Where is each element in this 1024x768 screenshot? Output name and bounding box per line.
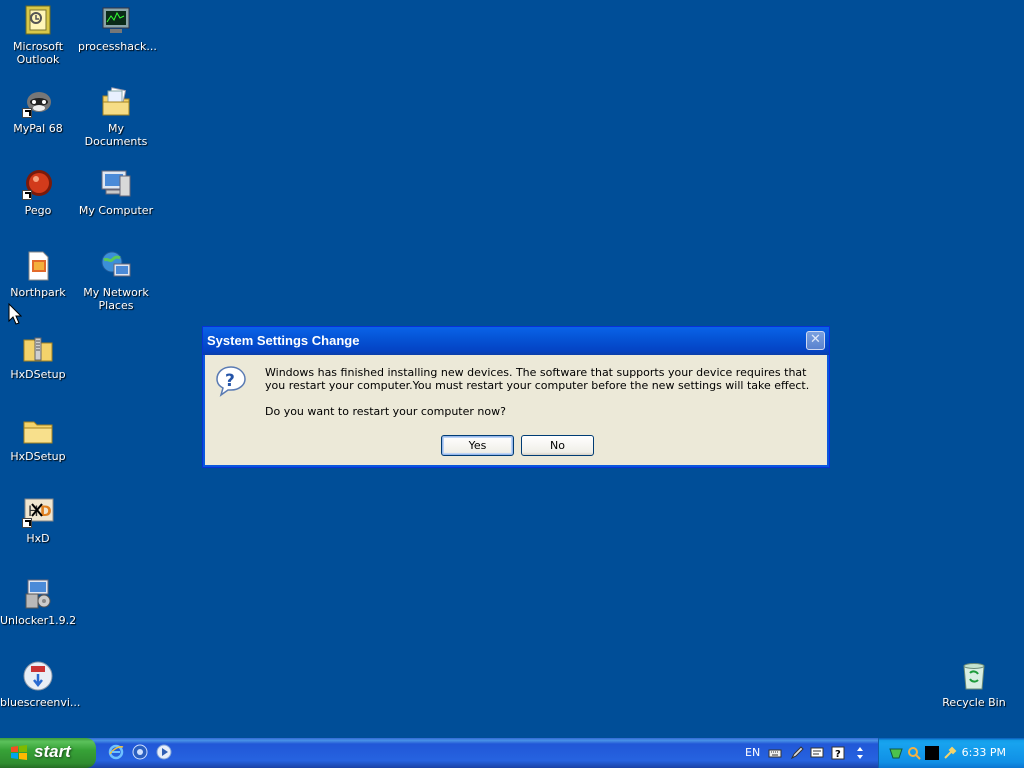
desktop-icon-processhacker[interactable]: processhack...	[78, 4, 157, 53]
windows-logo-icon	[11, 745, 27, 760]
desktop-icon-mypal[interactable]: MyPal 68	[0, 86, 76, 135]
process-hacker-icon	[100, 4, 132, 36]
icon-label: Northpark	[10, 286, 66, 299]
icon-label: MyPal 68	[13, 122, 63, 135]
svg-text:?: ?	[225, 371, 235, 391]
outlook-icon	[22, 4, 54, 36]
desktop-icon-recycle-bin[interactable]: Recycle Bin	[936, 660, 1012, 709]
desktop-icon-hxdsetup-zip[interactable]: HxDSetup	[0, 332, 76, 381]
desktop-icon-hxdsetup-folder[interactable]: HxDSetup	[0, 414, 76, 463]
recycle-bin-icon	[958, 660, 990, 692]
keyboard-icon[interactable]	[768, 746, 782, 760]
mypal-icon	[22, 86, 54, 118]
media-player-icon[interactable]	[156, 744, 172, 760]
icon-label: Recycle Bin	[942, 696, 1006, 709]
icon-label: Microsoft Outlook	[12, 40, 64, 66]
bluescreenview-icon	[22, 660, 54, 692]
close-button[interactable]: ✕	[806, 331, 825, 350]
desktop-icon-my-documents[interactable]: My Documents	[78, 86, 154, 148]
arrows-icon[interactable]	[853, 746, 867, 760]
taskbar: start EN ? 6:33 PM	[0, 738, 1024, 768]
language-indicator[interactable]: EN	[745, 746, 760, 759]
icon-label: processhack...	[78, 40, 157, 53]
speech-icon[interactable]	[810, 746, 824, 760]
icon-label: Unlocker1.9.2	[0, 614, 77, 627]
northpark-icon	[22, 250, 54, 282]
desktop-icon-unlocker[interactable]: Unlocker1.9.2	[0, 578, 76, 627]
desktop-icon-pego[interactable]: Pego	[0, 168, 76, 217]
no-button[interactable]: No	[521, 435, 594, 456]
icon-label: My Documents	[84, 122, 148, 148]
mouse-cursor-icon	[8, 303, 22, 325]
icon-label: HxDSetup	[10, 450, 66, 463]
shortcut-arrow-icon	[22, 518, 32, 528]
installer-icon	[22, 578, 54, 610]
browser-icon[interactable]	[132, 744, 148, 760]
desktop-icon-hxd[interactable]: HD HxD	[0, 496, 76, 545]
dialog-title-bar[interactable]: System Settings Change	[203, 327, 829, 355]
shortcut-arrow-icon	[22, 108, 32, 118]
icon-label: My Computer	[78, 204, 154, 217]
internet-explorer-icon[interactable]	[108, 744, 124, 760]
icon-label: HxDSetup	[10, 368, 66, 381]
zip-folder-icon	[22, 332, 54, 364]
network-places-icon	[100, 250, 132, 282]
question-icon: ?	[215, 365, 247, 397]
system-tray: 6:33 PM	[878, 738, 1024, 768]
icon-label: My Network Places	[83, 286, 149, 312]
dialog-message: Windows has finished installing new devi…	[265, 366, 810, 392]
dialog-question: Do you want to restart your computer now…	[265, 405, 506, 418]
yes-button[interactable]: Yes	[441, 435, 514, 456]
icon-label: bluescreenvi...	[0, 696, 81, 709]
desktop-icon-northpark[interactable]: Northpark	[0, 250, 76, 299]
clock[interactable]: 6:33 PM	[962, 746, 1006, 759]
my-documents-icon	[100, 86, 132, 118]
pen-icon[interactable]	[790, 746, 804, 760]
svg-text:D: D	[40, 504, 52, 520]
desktop-icon-my-computer[interactable]: My Computer	[78, 168, 154, 217]
tool-icon[interactable]	[943, 746, 957, 760]
icon-label: HxD	[26, 532, 50, 545]
icon-label: Pego	[24, 204, 52, 217]
search-icon[interactable]	[907, 746, 921, 760]
start-button[interactable]: start	[0, 738, 96, 768]
desktop-icon-network-places[interactable]: My Network Places	[78, 250, 154, 312]
svg-text:?: ?	[835, 749, 841, 760]
help-icon[interactable]: ?	[831, 746, 845, 760]
desktop-icon-outlook[interactable]: Microsoft Outlook	[0, 4, 76, 66]
desktop-icon-bluescreenview[interactable]: bluescreenvi...	[0, 660, 81, 709]
dialog-title: System Settings Change	[207, 333, 360, 348]
hxd-icon: HD	[22, 496, 54, 528]
network-icon[interactable]	[889, 746, 903, 760]
shortcut-arrow-icon	[22, 190, 32, 200]
folder-icon	[22, 414, 54, 446]
my-computer-icon	[100, 168, 132, 200]
terminal-icon[interactable]	[925, 746, 939, 760]
system-settings-dialog: System Settings Change ✕ ? Windows has f…	[202, 326, 830, 468]
pego-icon	[22, 168, 54, 200]
start-label: start	[34, 742, 71, 761]
